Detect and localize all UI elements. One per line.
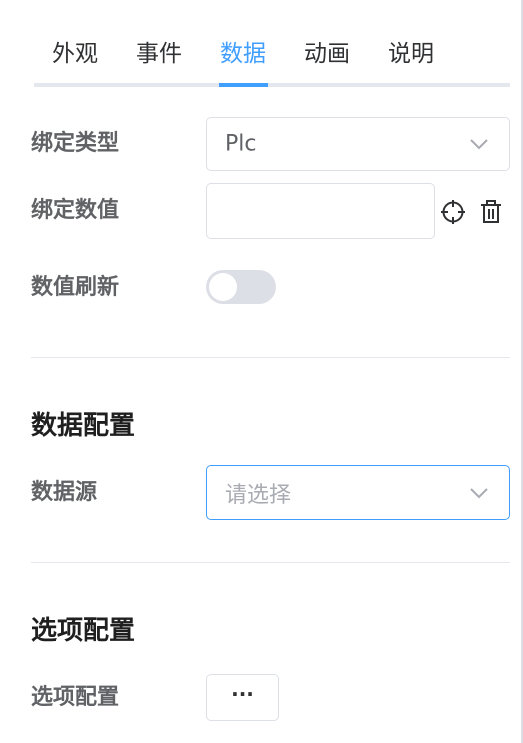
binding-type-select[interactable]: Plc [206,117,510,171]
trash-icon[interactable] [478,199,504,225]
data-source-placeholder: 请选择 [225,482,292,508]
value-refresh-label: 数值刷新 [31,275,120,300]
tab-bar: 外观 事件 数据 动画 说明 [0,0,523,90]
tab-events[interactable]: 事件 [136,36,182,72]
data-config-title: 数据配置 [31,411,136,441]
tab-appearance[interactable]: 外观 [52,36,98,72]
value-refresh-switch[interactable] [206,270,276,304]
binding-value-label: 绑定数值 [31,198,120,223]
tab-underline [34,83,510,87]
binding-value-input[interactable] [206,183,435,239]
divider [31,562,510,563]
option-config-title: 选项配置 [31,616,136,646]
chevron-down-icon [470,139,488,150]
binding-type-label: 绑定类型 [31,131,120,156]
active-tab-indicator [219,83,268,87]
tab-animation[interactable]: 动画 [304,36,350,72]
binding-type-value: Plc [225,131,257,157]
tab-data[interactable]: 数据 [220,36,266,72]
divider [31,357,510,358]
crosshair-icon[interactable] [440,199,466,225]
data-source-label: 数据源 [31,480,98,505]
tab-description[interactable]: 说明 [388,36,434,72]
switch-knob [209,273,237,301]
more-options-button[interactable]: ··· [206,674,279,721]
chevron-down-icon [470,487,488,498]
option-config-label: 选项配置 [31,685,120,710]
data-source-select[interactable]: 请选择 [206,465,510,520]
